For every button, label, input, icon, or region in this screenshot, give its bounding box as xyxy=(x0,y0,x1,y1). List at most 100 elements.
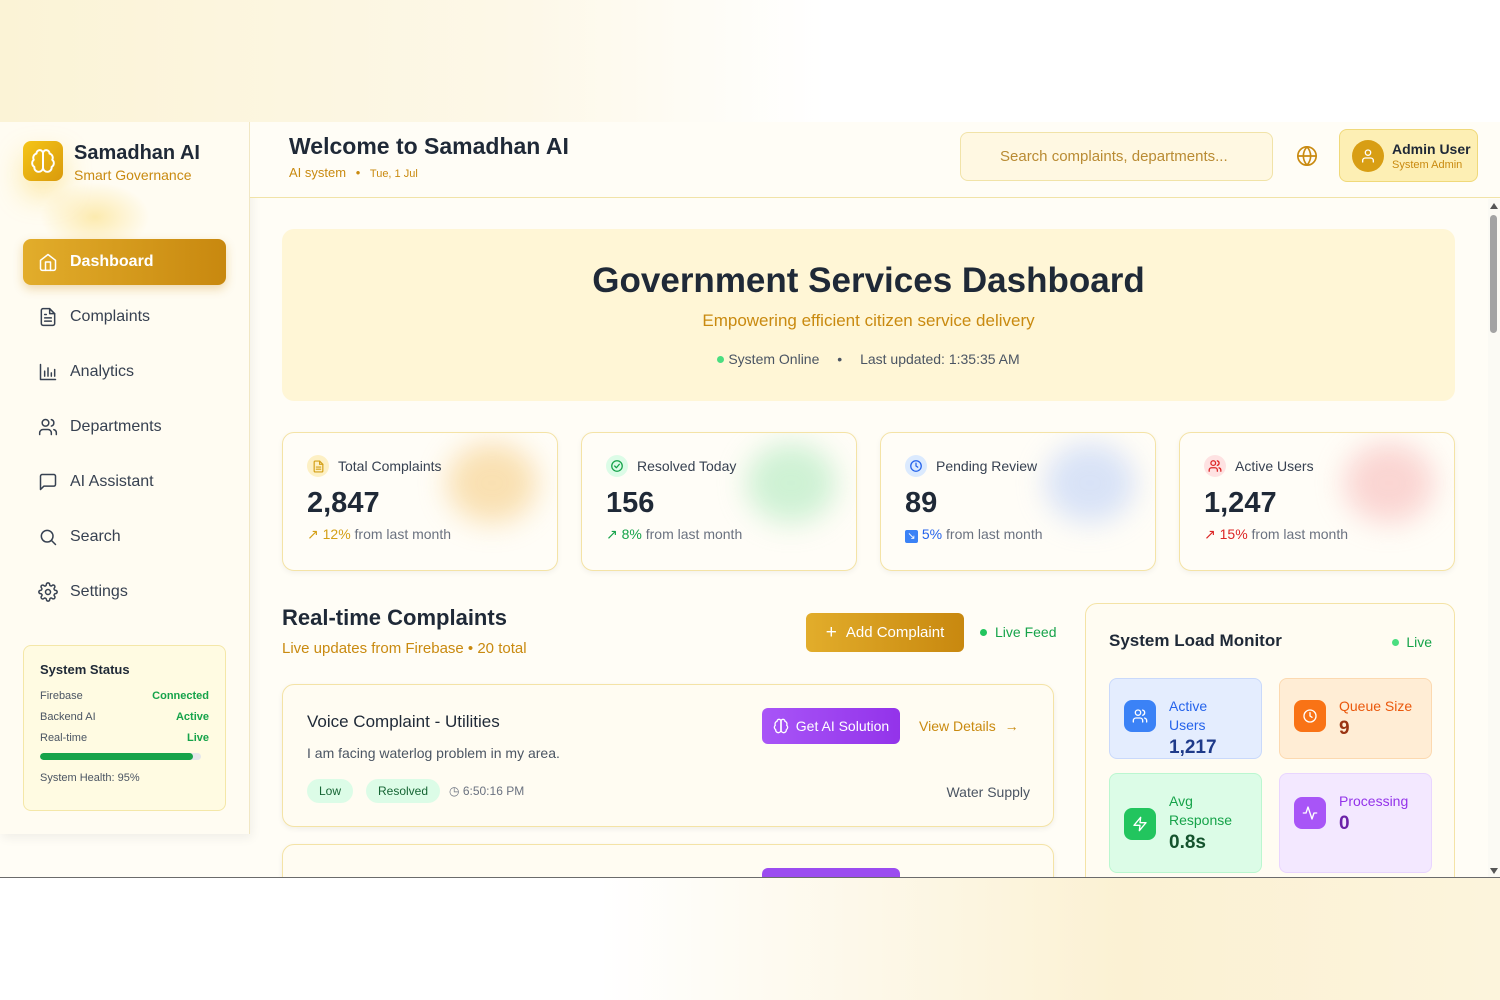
page-subtitle: AI system • Tue, 1 Jul xyxy=(289,165,418,180)
complaint-description: I am facing waterlog problem in my area. xyxy=(307,745,560,761)
system-online-status: System Online xyxy=(728,351,820,367)
bar-chart-icon xyxy=(39,363,57,381)
stat-change: ↗ 12% from last month xyxy=(307,526,452,542)
system-status-title: System Status xyxy=(40,662,130,677)
get-ai-solution-button[interactable]: Get AI Solution xyxy=(762,708,900,744)
current-date: Tue, 1 Jul xyxy=(369,168,418,180)
hero-meta: System Online • Last updated: 1:35:35 AM xyxy=(282,351,1455,367)
brain-icon xyxy=(23,141,63,181)
complaint-department: Water Supply xyxy=(946,784,1030,800)
trend-up-icon: ↗ xyxy=(1204,526,1216,542)
complaints-section-subtitle: Live updates from Firebase • 20 total xyxy=(282,640,527,657)
stat-card-resolved-today[interactable]: Resolved Today 156 ↗ 8% from last month xyxy=(581,432,857,571)
add-complaint-button[interactable]: + Add Complaint xyxy=(806,613,964,652)
stat-label: Total Complaints xyxy=(338,458,442,474)
users-icon xyxy=(1204,455,1226,477)
sidebar-item-label: Departments xyxy=(70,418,162,435)
activity-icon xyxy=(1294,797,1326,829)
stat-value: 1,247 xyxy=(1204,487,1277,519)
sidebar-item-label: Search xyxy=(70,528,121,545)
page-title: Welcome to Samadhan AI xyxy=(289,133,569,159)
clock-icon: ◷ xyxy=(449,784,460,798)
gear-icon xyxy=(38,582,58,602)
main-scrollbar[interactable] xyxy=(1488,199,1500,877)
zap-icon xyxy=(1124,808,1156,840)
sidebar-item-analytics[interactable]: Analytics xyxy=(23,349,226,395)
sidebar-item-label: Complaints xyxy=(70,308,151,325)
stat-change: ↗ 15% from last month xyxy=(1204,526,1349,542)
scrollbar-thumb[interactable] xyxy=(1490,215,1497,333)
top-header: Welcome to Samadhan AI AI system • Tue, … xyxy=(250,122,1500,198)
trend-up-icon: ↗ xyxy=(307,526,319,542)
users-icon xyxy=(1124,700,1156,732)
hero-banner: Government Services Dashboard Empowering… xyxy=(282,229,1455,401)
check-circle-icon xyxy=(606,455,628,477)
sidebar-item-label: AI Assistant xyxy=(70,473,154,490)
background-top xyxy=(0,0,1500,122)
trend-down-icon: ↘ xyxy=(905,530,918,543)
stat-value: 156 xyxy=(606,487,655,519)
sidebar-item-label: Dashboard xyxy=(70,253,154,270)
file-text-icon xyxy=(307,455,329,477)
sidebar-item-search[interactable]: Search xyxy=(23,514,226,560)
sidebar-item-dashboard[interactable]: Dashboard xyxy=(23,239,226,285)
online-dot-icon xyxy=(717,356,725,363)
sidebar-item-settings[interactable]: Settings xyxy=(23,569,226,615)
brand-tagline: Smart Governance xyxy=(74,167,192,183)
system-health-fill xyxy=(40,753,193,760)
user-role: System Admin xyxy=(1392,158,1463,171)
system-load-monitor: System Load Monitor Live Active Users 1,… xyxy=(1085,603,1455,877)
sidebar-item-label: Settings xyxy=(70,583,128,600)
sidebar-nav: Dashboard Complaints Analytics Departmen… xyxy=(23,239,226,624)
system-health-text: System Health: 95% xyxy=(40,772,140,784)
hero-title: Government Services Dashboard xyxy=(592,261,1145,300)
stat-label: Resolved Today xyxy=(637,458,737,474)
globe-icon[interactable] xyxy=(1296,145,1318,167)
user-menu-button[interactable]: Admin User System Admin xyxy=(1339,129,1478,182)
file-text-icon xyxy=(40,307,56,327)
metric-active-users: Active Users 1,217 xyxy=(1109,678,1262,759)
live-dot-icon xyxy=(980,629,987,636)
status-row-realtime: Real-time Live xyxy=(40,732,209,744)
sidebar-item-ai-assistant[interactable]: AI Assistant xyxy=(23,459,226,505)
stat-change: ↘ 5% from last month xyxy=(905,526,1131,543)
complaint-title: Voice Complaint - Utilities xyxy=(307,712,500,731)
search-icon xyxy=(40,529,57,546)
sidebar-item-departments[interactable]: Departments xyxy=(23,404,226,450)
scroll-up-icon[interactable] xyxy=(1490,203,1498,209)
plus-icon: + xyxy=(825,622,837,643)
stat-value: 89 xyxy=(905,487,938,519)
live-feed-indicator: Live Feed xyxy=(980,624,1056,640)
clock-icon xyxy=(1294,700,1326,732)
hero-subtitle: Empowering efficient citizen service del… xyxy=(702,311,1035,330)
sidebar-item-complaints[interactable]: Complaints xyxy=(23,294,226,340)
load-monitor-live: Live xyxy=(1392,634,1432,650)
metric-queue-size: Queue Size 9 xyxy=(1279,678,1432,759)
priority-badge: Low xyxy=(307,779,354,803)
complaint-time: ◷ 6:50:16 PM xyxy=(449,784,525,798)
view-details-link[interactable]: View Details → xyxy=(919,718,1019,734)
sidebar-item-label: Analytics xyxy=(70,363,135,380)
system-status-card: System Status Firebase Connected Backend… xyxy=(23,645,226,811)
brand[interactable]: Samadhan AI Smart Governance xyxy=(23,141,200,183)
sidebar: Samadhan AI Smart Governance Dashboard C… xyxy=(0,122,250,834)
last-updated: Last updated: 1:35:35 AM xyxy=(860,351,1020,367)
clock-icon xyxy=(905,455,927,477)
search-input[interactable] xyxy=(960,132,1273,181)
live-dot-icon xyxy=(1392,639,1400,646)
background-bottom xyxy=(0,878,1500,1000)
stat-change: ↗ 8% from last month xyxy=(606,526,743,542)
stat-card-active-users[interactable]: Active Users 1,247 ↗ 15% from last month xyxy=(1179,432,1455,571)
stat-value: 2,847 xyxy=(307,487,380,519)
get-ai-solution-button[interactable] xyxy=(762,868,900,877)
stat-card-total-complaints[interactable]: Total Complaints 2,847 ↗ 12% from last m… xyxy=(282,432,558,571)
complaints-section-title: Real-time Complaints xyxy=(282,605,507,630)
complaint-card[interactable]: Voice Complaint - Utilities I am facing … xyxy=(282,684,1054,827)
scroll-down-icon[interactable] xyxy=(1490,868,1498,874)
metric-processing: Processing 0 xyxy=(1279,773,1432,873)
stat-label: Pending Review xyxy=(936,458,1038,474)
status-row-backend-ai: Backend AI Active xyxy=(40,711,209,723)
stat-card-pending-review[interactable]: Pending Review 89 ↘ 5% from last month xyxy=(880,432,1156,571)
complaint-card-partial[interactable] xyxy=(282,844,1054,877)
home-icon xyxy=(39,253,57,272)
